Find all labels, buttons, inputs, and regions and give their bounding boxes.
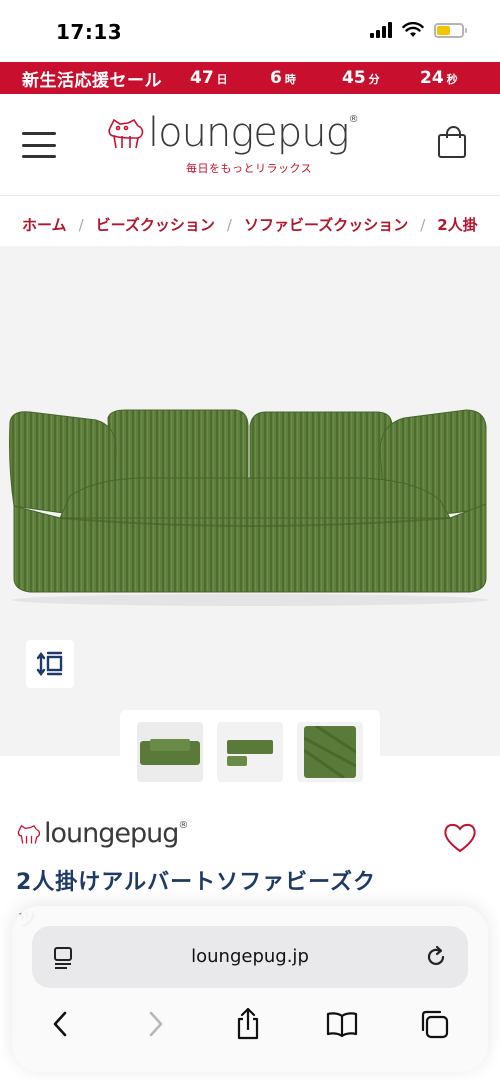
bookmarks-button[interactable] bbox=[322, 1006, 362, 1042]
thumbnail-set[interactable] bbox=[217, 722, 283, 782]
status-time: 17:13 bbox=[56, 20, 123, 44]
status-bar: 17:13 bbox=[0, 0, 500, 62]
cellular-signal-icon bbox=[370, 22, 392, 38]
pug-logo-icon bbox=[17, 824, 41, 844]
site-header: loungepug ® 毎日をもっとリラックス bbox=[0, 94, 500, 196]
reload-icon[interactable] bbox=[424, 945, 448, 969]
countdown-days: 47 日 bbox=[190, 68, 228, 88]
site-logo[interactable]: loungepug ® bbox=[104, 110, 359, 156]
registered-mark: ® bbox=[348, 113, 359, 125]
chevron-right-icon bbox=[149, 1011, 163, 1037]
fabric-thumbnail-image bbox=[304, 726, 356, 778]
thumbnail-fabric[interactable] bbox=[297, 722, 363, 782]
wifi-icon bbox=[402, 22, 424, 37]
breadcrumb-beanbags[interactable]: ビーズクッション bbox=[96, 214, 215, 235]
browser-toolbar: loungepug.jp bbox=[12, 906, 488, 1072]
product-brand-text: loungepug bbox=[44, 818, 179, 849]
sofa-set-thumbnail-image bbox=[227, 740, 273, 766]
address-bar[interactable]: loungepug.jp bbox=[32, 926, 468, 988]
url-text: loungepug.jp bbox=[191, 946, 309, 967]
thumbnail-strip bbox=[120, 710, 380, 794]
zoom-button[interactable] bbox=[26, 640, 74, 688]
breadcrumb-sofa-beanbags[interactable]: ソファビーズクッション bbox=[244, 214, 408, 235]
shopping-bag-icon[interactable] bbox=[438, 126, 466, 158]
sale-title: 新生活応援セール bbox=[22, 70, 162, 91]
breadcrumb-current[interactable]: 2人掛 bbox=[437, 214, 477, 235]
pug-logo-icon bbox=[108, 118, 144, 149]
sofa-thumbnail-image bbox=[140, 739, 200, 765]
breadcrumb-separator: / bbox=[78, 215, 84, 234]
registered-mark: ® bbox=[178, 820, 189, 831]
heart-icon[interactable] bbox=[442, 822, 478, 854]
product-title: 2人掛けアルバートソファビーズク bbox=[16, 870, 376, 895]
sale-banner[interactable]: 新生活応援セール 47 日 6時 45 分 24 秒 bbox=[0, 62, 500, 94]
thumbnail-front[interactable] bbox=[137, 722, 203, 782]
book-icon bbox=[326, 1012, 358, 1038]
forward-button[interactable] bbox=[136, 1006, 176, 1042]
logo-text: loungepug bbox=[148, 110, 350, 156]
product-brand[interactable]: loungepug ® bbox=[14, 818, 188, 849]
breadcrumb-home[interactable]: ホーム bbox=[22, 214, 67, 235]
breadcrumb: ホーム / ビーズクッション / ソファビーズクッション / 2人掛 bbox=[22, 214, 500, 235]
product-image-area[interactable] bbox=[0, 246, 500, 756]
menu-icon[interactable] bbox=[22, 132, 56, 158]
share-icon bbox=[237, 1007, 259, 1040]
breadcrumb-separator: / bbox=[420, 215, 426, 234]
resize-icon bbox=[36, 651, 63, 676]
logo-tagline: 毎日をもっとリラックス bbox=[186, 162, 313, 175]
countdown-minutes: 45 分 bbox=[342, 68, 380, 88]
tabs-icon bbox=[421, 1010, 449, 1039]
tabs-button[interactable] bbox=[414, 1006, 454, 1042]
chevron-left-icon bbox=[53, 1011, 67, 1037]
share-button[interactable] bbox=[228, 1006, 268, 1042]
countdown-hours: 6時 bbox=[270, 68, 296, 88]
breadcrumb-separator: / bbox=[226, 215, 232, 234]
countdown-seconds: 24 秒 bbox=[420, 68, 458, 88]
battery-icon bbox=[434, 22, 467, 38]
page: 17:13 新生活応援セール 47 日 6時 45 分 24 秒 loungep… bbox=[0, 0, 500, 1080]
back-button[interactable] bbox=[40, 1006, 80, 1042]
status-icons bbox=[370, 22, 467, 38]
